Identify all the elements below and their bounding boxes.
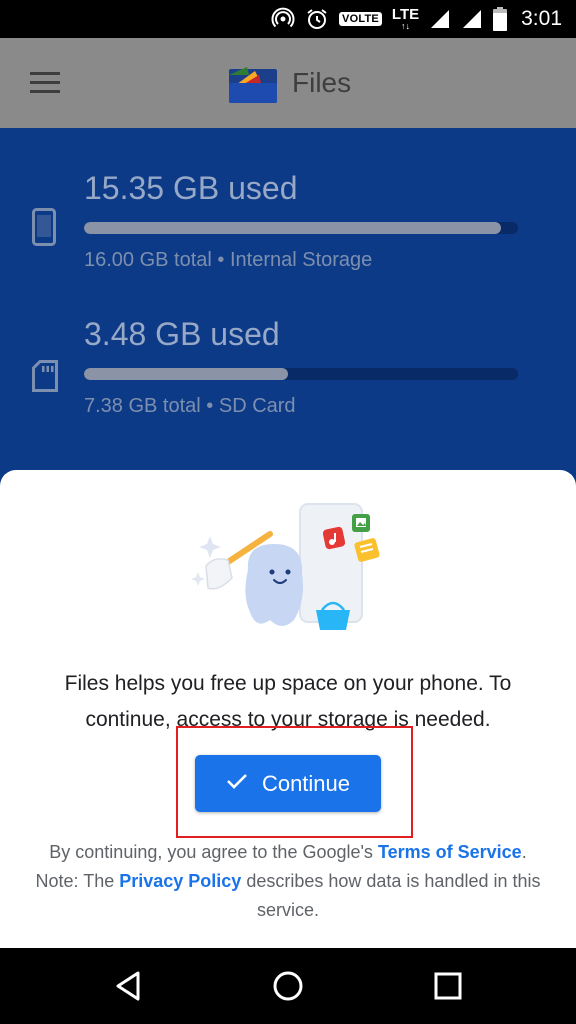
sd-usage-bar (84, 368, 518, 380)
internal-used-text: 15.35 GB used (84, 170, 298, 206)
lte-arrows: ↑↓ (401, 20, 411, 31)
sd-storage-card[interactable]: 3.48 GB used 7.38 GB total • SD Card (0, 314, 576, 434)
legal-suffix: describes how data is handled in this se… (241, 871, 541, 920)
phone-icon (32, 208, 56, 251)
internal-usage-fill (84, 222, 501, 234)
alarm-icon (305, 7, 329, 31)
battery-icon (493, 7, 508, 31)
signal-icon (429, 8, 451, 30)
permission-sheet: Files helps you free up space on your ph… (0, 470, 576, 948)
signal-icon-2 (461, 8, 483, 30)
storage-area: 15.35 GB used 16.00 GB total • Internal … (0, 128, 576, 488)
back-icon[interactable] (108, 968, 148, 1004)
hamburger-menu-icon[interactable] (30, 72, 60, 99)
files-logo-icon (229, 63, 277, 108)
privacy-policy-link[interactable]: Privacy Policy (119, 871, 241, 891)
recents-icon[interactable] (428, 968, 468, 1004)
lte-indicator: LTE ↑↓ (391, 5, 420, 31)
hotspot-icon (271, 7, 295, 31)
internal-total-text: 16.00 GB total • Internal Storage (84, 249, 373, 271)
sd-used-text: 3.48 GB used (84, 316, 280, 352)
check-icon (226, 772, 248, 795)
sd-total-text: 7.38 GB total • SD Card (84, 395, 296, 417)
legal-text: By continuing, you agree to the Google's… (28, 838, 548, 925)
cleanup-illustration (186, 500, 390, 632)
permission-message: Files helps you free up space on your ph… (64, 672, 512, 731)
app-title: Files (292, 67, 352, 98)
navigation-bar (0, 948, 576, 1024)
continue-label: Continue (261, 770, 351, 796)
status-icons: VOLTE LTE ↑↓ 3:01 (271, 0, 562, 38)
clock: 3:01 (521, 7, 562, 30)
internal-usage-bar (84, 222, 518, 234)
internal-storage-card[interactable]: 15.35 GB used 16.00 GB total • Internal … (0, 168, 576, 288)
legal-prefix: By continuing, you agree to the Google's (49, 842, 378, 862)
sd-card-icon (32, 360, 58, 397)
home-icon[interactable] (268, 968, 308, 1004)
terms-of-service-link[interactable]: Terms of Service (378, 842, 522, 862)
continue-button[interactable]: Continue (195, 755, 381, 812)
status-bar: VOLTE LTE ↑↓ 3:01 (0, 0, 576, 38)
volte-badge: VOLTE (339, 12, 382, 26)
app-bar: Files (0, 38, 576, 128)
sd-usage-fill (84, 368, 288, 380)
lte-label: LTE (391, 5, 420, 23)
